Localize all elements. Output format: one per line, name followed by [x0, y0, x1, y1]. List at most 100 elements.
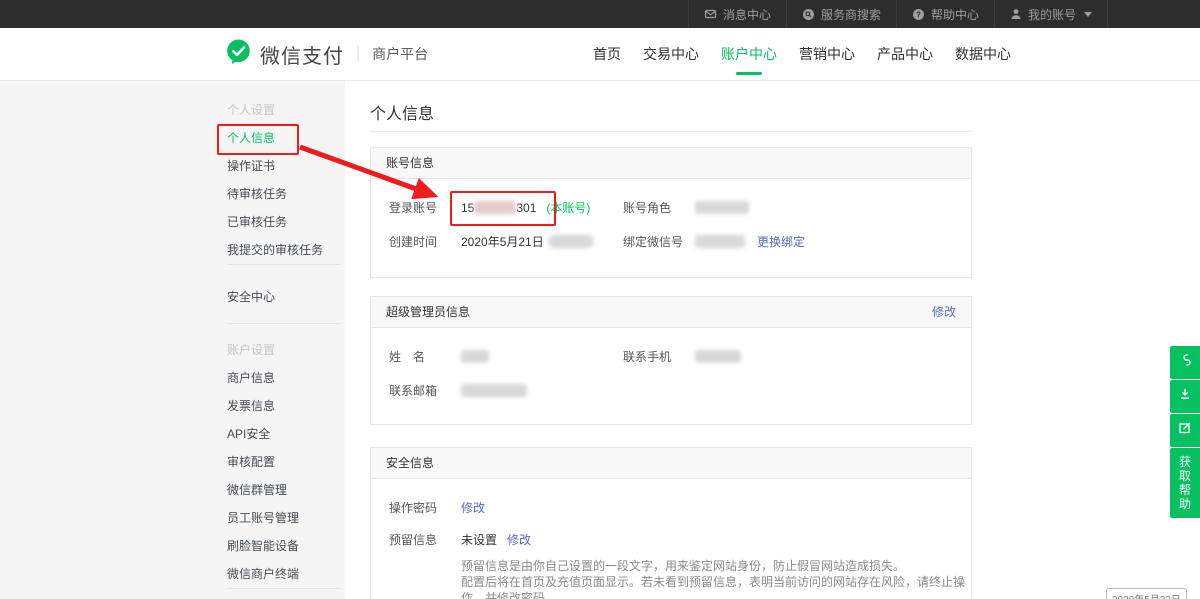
mail-icon: [704, 8, 717, 20]
my-account-menu-item[interactable]: 我的账号: [994, 0, 1108, 28]
security-info-section: 安全信息 操作密码 修改 预留信息 未设置 修改 预留信息是由你自己设置的一段文…: [370, 447, 972, 599]
nav-item-product-center[interactable]: 产品中心: [866, 28, 944, 80]
account-info-body: 登录账号 15 301 (本账号) 账号角色: [371, 179, 971, 250]
logo[interactable]: 微信支付 | 商户平台: [225, 40, 428, 68]
sidebar-item-face-smart-device[interactable]: 刷脸智能设备: [200, 532, 345, 560]
sidebar-divider: [227, 588, 341, 589]
main-nav: 首页 交易中心 账户中心 营销中心 产品中心 数据中心: [582, 28, 1022, 80]
link-button[interactable]: [1170, 346, 1200, 379]
sidebar-divider: [227, 323, 341, 324]
created-time-label: 创建时间: [389, 233, 449, 250]
service-provider-search-menu-item[interactable]: 服务商搜索: [786, 0, 896, 28]
reserved-info-value: 未设置: [461, 531, 497, 548]
sidebar: 个人设置 个人信息 操作证书 待审核任务 已审核任务 我提交的审核任务 安全中心…: [200, 80, 345, 589]
page: 消息中心 服务商搜索 ? 帮助中心 我的账号: [0, 0, 1200, 599]
security-info-body: 操作密码 修改 预留信息 未设置 修改 预留信息是由你自己设置的一段文字，用来鉴…: [371, 479, 971, 599]
masked-created-time: [548, 235, 594, 248]
sidebar-section-personal-settings: 个人设置: [200, 96, 345, 124]
section-title: 超级管理员信息: [386, 297, 470, 327]
sidebar-item-personal-info[interactable]: 个人信息: [200, 124, 345, 152]
masked-account-role: [695, 201, 749, 214]
super-admin-body: 姓 名 联系手机 联系邮箱: [371, 328, 971, 399]
link-icon: [1178, 353, 1192, 372]
masked-name: [461, 350, 489, 363]
sidebar-item-security-center[interactable]: 安全中心: [200, 283, 345, 311]
security-info-section-header: 安全信息: [371, 448, 971, 479]
current-account-note: (本账号): [546, 199, 590, 216]
change-binding-link[interactable]: 更换绑定: [757, 233, 805, 250]
sidebar-item-my-submitted-review-tasks[interactable]: 我提交的审核任务: [200, 236, 345, 264]
nav-item-marketing-center[interactable]: 营销中心: [788, 28, 866, 80]
title-divider: [370, 131, 972, 132]
reserved-info-description: 预留信息是由你自己设置的一段文字，用来鉴定网站身份，防止假冒网站造成损失。 配置…: [461, 558, 971, 599]
main-content: 个人信息 账号信息 登录账号 15 301 (本账号): [345, 80, 1200, 599]
help-center-menu-item[interactable]: ? 帮助中心: [896, 0, 994, 28]
edit-reserved-info-link[interactable]: 修改: [507, 531, 531, 548]
message-center-menu-item[interactable]: 消息中心: [688, 0, 786, 28]
nav-item-account-center[interactable]: 账户中心: [710, 28, 788, 80]
super-admin-section: 超级管理员信息 修改 姓 名 联系手机 联系邮箱: [370, 296, 972, 425]
edit-icon: [1178, 421, 1192, 440]
search-icon: [802, 8, 815, 21]
logo-separator: |: [356, 45, 360, 63]
account-role-label: 账号角色: [623, 199, 683, 216]
svg-text:?: ?: [916, 10, 921, 19]
sidebar-item-wechat-group-management[interactable]: 微信群管理: [200, 476, 345, 504]
edit-admin-link[interactable]: 修改: [932, 297, 956, 327]
wechat-pay-logo-icon: [225, 38, 252, 70]
bound-wechat-label: 绑定微信号: [623, 233, 683, 250]
contact-phone-label: 联系手机: [623, 348, 683, 365]
sidebar-item-merchant-info[interactable]: 商户信息: [200, 364, 345, 392]
section-title: 账号信息: [386, 148, 434, 178]
masked-phone: [695, 350, 741, 363]
topbar-item-label: 服务商搜索: [821, 6, 881, 23]
reserved-info-label: 预留信息: [389, 531, 449, 548]
description-line: 配置后将在首页及充值页面显示。若未看到预留信息，表明当前访问的网站存在风险，请终…: [461, 574, 971, 599]
sidebar-item-staff-account-management[interactable]: 员工账号管理: [200, 504, 345, 532]
description-line: 预留信息是由你自己设置的一段文字，用来鉴定网站身份，防止假冒网站造成损失。: [461, 558, 971, 574]
sidebar-item-wechat-merchant-terminal[interactable]: 微信商户终端: [200, 560, 345, 588]
contact-email-label: 联系邮箱: [389, 382, 449, 399]
sidebar-item-review-config[interactable]: 审核配置: [200, 448, 345, 476]
download-button[interactable]: [1170, 380, 1200, 413]
sidebar-item-api-security[interactable]: API安全: [200, 420, 345, 448]
floating-help-widget: 获 取 帮 助: [1170, 346, 1200, 518]
nav-item-transaction-center[interactable]: 交易中心: [632, 28, 710, 80]
sidebar-divider: [227, 264, 341, 265]
page-title: 个人信息: [370, 100, 434, 124]
masked-login-digits: [474, 201, 516, 214]
topbar-item-label: 消息中心: [723, 6, 771, 23]
feedback-button[interactable]: [1170, 414, 1200, 447]
masked-email: [461, 384, 527, 397]
download-icon: [1178, 387, 1192, 406]
sidebar-item-pending-review-tasks[interactable]: 待审核任务: [200, 180, 345, 208]
masked-wechat-id: [695, 235, 745, 248]
header: 微信支付 | 商户平台 首页 交易中心 账户中心 营销中心 产品中心 数据中心: [0, 28, 1200, 81]
section-title: 安全信息: [386, 448, 434, 478]
name-label: 姓 名: [389, 348, 449, 365]
login-account-label: 登录账号: [389, 199, 449, 216]
created-time-value: 2020年5月21日: [461, 233, 594, 250]
topbar: 消息中心 服务商搜索 ? 帮助中心 我的账号: [0, 0, 1200, 28]
get-help-button[interactable]: 获 取 帮 助: [1170, 448, 1200, 518]
operation-password-label: 操作密码: [389, 499, 449, 516]
sidebar-item-reviewed-tasks[interactable]: 已审核任务: [200, 208, 345, 236]
edit-password-link[interactable]: 修改: [461, 499, 485, 516]
nav-item-home[interactable]: 首页: [582, 28, 632, 80]
nav-item-data-center[interactable]: 数据中心: [944, 28, 1022, 80]
logo-text: 微信支付: [260, 40, 344, 69]
login-account-value: 15 301 (本账号): [461, 199, 590, 216]
super-admin-section-header: 超级管理员信息 修改: [371, 297, 971, 328]
chevron-down-icon: [1084, 12, 1092, 17]
portal-name: 商户平台: [372, 44, 428, 64]
sidebar-item-operation-certificate[interactable]: 操作证书: [200, 152, 345, 180]
topbar-item-label: 我的账号: [1028, 6, 1076, 23]
topbar-item-label: 帮助中心: [931, 6, 979, 23]
sidebar-section-account-settings: 账户设置: [200, 336, 345, 364]
date-tooltip: 2020年5月22日: [1106, 588, 1187, 599]
sidebar-item-invoice-info[interactable]: 发票信息: [200, 392, 345, 420]
account-info-section: 账号信息 登录账号 15 301 (本账号) 账号角色: [370, 147, 972, 278]
topbar-menu: 消息中心 服务商搜索 ? 帮助中心 我的账号: [688, 0, 1108, 28]
account-info-section-header: 账号信息: [371, 148, 971, 179]
help-icon: ?: [912, 8, 925, 21]
